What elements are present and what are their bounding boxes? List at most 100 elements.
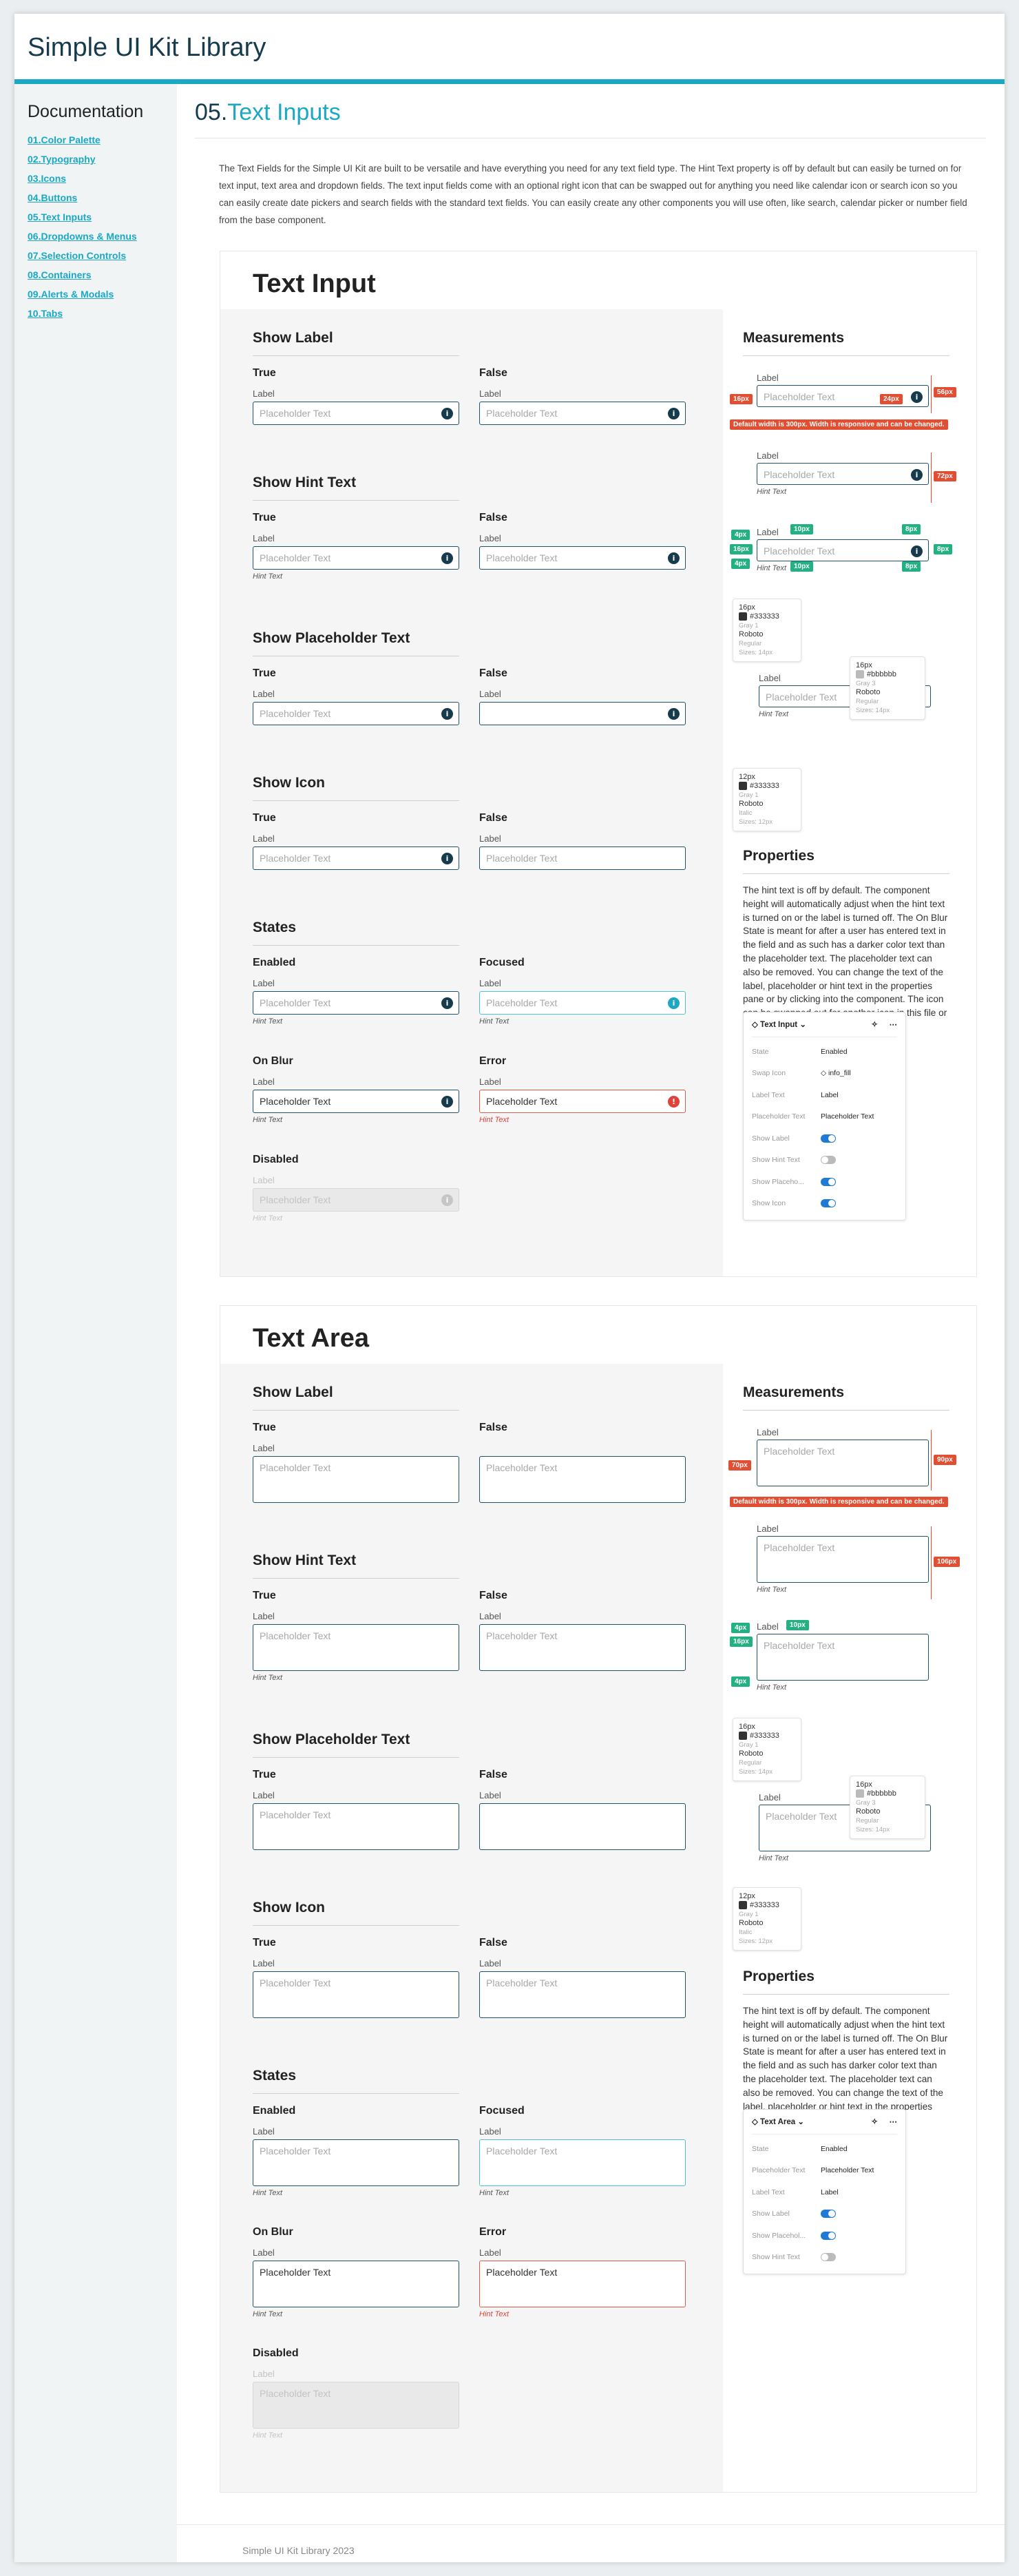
- example-column: False Placeholder Text: [479, 1422, 686, 1503]
- text-area[interactable]: Placeholder Text: [479, 1456, 686, 1503]
- properties-heading: Properties: [743, 1969, 949, 1995]
- component-icon[interactable]: ✧: [871, 1018, 878, 1032]
- properties-heading: Properties: [743, 848, 949, 874]
- more-icon[interactable]: ⋯: [890, 1018, 898, 1032]
- nav-link-alerts[interactable]: 09.Alerts & Modals: [28, 287, 137, 307]
- text-area[interactable]: Placeholder Text: [479, 1971, 686, 2018]
- state-focused: Focused Label Placeholder Text Hint Text: [479, 2105, 686, 2197]
- prop-label-text[interactable]: Label: [821, 1091, 839, 1099]
- text-input[interactable]: Placeholder Text i: [253, 546, 459, 570]
- nav-link-buttons[interactable]: 04.Buttons: [28, 191, 137, 210]
- group-heading: Show Placeholder Text: [253, 1732, 459, 1758]
- state-error: Error Label Placeholder Text! Hint Text: [479, 1055, 686, 1124]
- text-area[interactable]: Placeholder Text: [253, 1803, 459, 1850]
- text-area[interactable]: Placeholder Text: [253, 1971, 459, 2018]
- example-column: True Label Placeholder Text: [253, 1937, 459, 2018]
- placeholder: Placeholder Text: [486, 997, 558, 1008]
- prop-name: Show Placeho...: [752, 1177, 804, 1186]
- field-label: Label: [479, 2126, 501, 2137]
- toggle-show-label[interactable]: [821, 2210, 836, 2219]
- prop-placeholder-text[interactable]: Placeholder Text: [821, 1112, 874, 1121]
- hint-text: Hint Text: [479, 2189, 510, 2197]
- text-input[interactable]: Placeholder Text i: [253, 402, 459, 425]
- column-heading: False: [479, 1422, 507, 1433]
- measure-badge: 70px: [728, 1460, 751, 1471]
- group-heading: States: [253, 920, 459, 946]
- text-input[interactable]: Placeholder Text i: [253, 991, 459, 1015]
- component-icon[interactable]: ✧: [871, 2115, 878, 2129]
- example-column: False Label: [479, 1769, 686, 1850]
- sidebar: Documentation 01.Color Palette 02.Typogr…: [14, 84, 177, 2562]
- column-heading: True: [253, 1422, 276, 1433]
- width-note: Default width is 300px. Width is respons…: [730, 1497, 948, 1507]
- placeholder: Placeholder Text: [486, 1462, 558, 1473]
- column-heading: False: [479, 812, 507, 824]
- height-marker: [931, 1430, 932, 1490]
- tip-sizes: Sizes: 12px: [739, 1938, 773, 1945]
- text-area[interactable]: Placeholder Text: [253, 2139, 459, 2186]
- text-area[interactable]: Placeholder Text: [479, 2261, 686, 2307]
- column-heading: True: [253, 667, 276, 679]
- text-area[interactable]: Placeholder Text: [253, 1456, 459, 1503]
- placeholder: Placeholder Text: [486, 2146, 558, 2157]
- toggle-show-hint[interactable]: [821, 2253, 836, 2262]
- intro-paragraph: The Text Fields for the Simple UI Kit ar…: [219, 163, 967, 225]
- toggle-show-label[interactable]: [821, 1134, 836, 1143]
- hint-text: Hint Text: [479, 2310, 510, 2318]
- prop-state-select[interactable]: Enabled: [821, 2145, 848, 2153]
- more-icon[interactable]: ⋯: [890, 2115, 898, 2129]
- properties-panel: ◇ Text Area ⌄ ✧ ⋯ State Enabled Placeholder…: [743, 2109, 906, 2274]
- text-input[interactable]: Placeholder Text: [479, 846, 686, 870]
- info-icon: i: [441, 552, 453, 564]
- text-area[interactable]: Placeholder Text: [253, 2261, 459, 2307]
- color-swatch: [856, 670, 864, 679]
- placeholder: Placeholder Text: [260, 1462, 331, 1473]
- placeholder: Placeholder Text: [260, 1809, 331, 1820]
- state-on-blur: On Blur Label Placeholder Text Hint Text: [253, 2226, 459, 2318]
- hint-text: Hint Text: [253, 1214, 283, 1223]
- field-label: Label: [253, 689, 275, 699]
- text-input[interactable]: Placeholder Text i: [253, 702, 459, 725]
- field-label: Label: [479, 533, 501, 543]
- text-input[interactable]: Placeholder Text!: [479, 1090, 686, 1113]
- text-input[interactable]: Placeholder Text i: [479, 991, 686, 1015]
- hint-text: Hint Text: [757, 1586, 787, 1594]
- text-area[interactable]: Placeholder Text: [479, 1624, 686, 1671]
- toggle-show-placeholder[interactable]: [821, 1177, 836, 1186]
- nav-link-dropdowns[interactable]: 06.Dropdowns & Menus: [28, 229, 137, 249]
- nav-link-color-palette[interactable]: 01.Color Palette: [28, 133, 137, 152]
- column-heading: False: [479, 1937, 507, 1949]
- field-label: Label: [757, 1427, 779, 1437]
- toggle-show-icon[interactable]: [821, 1199, 836, 1208]
- nav-link-icons[interactable]: 03.Icons: [28, 172, 137, 191]
- text-input[interactable]: Placeholder Text i: [253, 1090, 459, 1113]
- nav-link-tabs[interactable]: 10.Tabs: [28, 307, 137, 326]
- prop-swap-icon-select[interactable]: ◇ info_fill: [821, 1069, 851, 1077]
- nav-link-typography[interactable]: 02.Typography: [28, 152, 137, 172]
- field-label: Label: [253, 1443, 275, 1453]
- nav-link-containers[interactable]: 08.Containers: [28, 268, 137, 287]
- text-input-sample: Placeholder Text i: [757, 463, 929, 485]
- text-input[interactable]: Placeholder Text i: [479, 402, 686, 425]
- prop-state-select[interactable]: Enabled: [821, 1048, 848, 1056]
- toggle-show-placeholder[interactable]: [821, 2231, 836, 2240]
- toggle-show-hint[interactable]: [821, 1156, 836, 1165]
- text-area[interactable]: Placeholder Text: [479, 2139, 686, 2186]
- height-marker: [931, 375, 932, 413]
- text-area[interactable]: [479, 1803, 686, 1850]
- text-input[interactable]: Placeholder Text i: [479, 546, 686, 570]
- placeholder: Placeholder Text: [486, 408, 558, 419]
- prop-name: Label Text: [752, 2188, 785, 2196]
- prop-label-text[interactable]: Label: [821, 2188, 839, 2196]
- nav-link-selection-controls[interactable]: 07.Selection Controls: [28, 249, 137, 268]
- input-value: Placeholder Text: [486, 2267, 558, 2278]
- text-input[interactable]: Placeholder Text i: [253, 846, 459, 870]
- prop-placeholder-text[interactable]: Placeholder Text: [821, 2166, 874, 2174]
- tip-size: 16px: [856, 1780, 872, 1789]
- field-label: Label: [253, 978, 275, 988]
- nav-link-text-inputs[interactable]: 05.Text Inputs: [28, 210, 137, 229]
- text-input[interactable]: i: [479, 702, 686, 725]
- field-label: Label: [479, 1611, 501, 1621]
- text-area[interactable]: Placeholder Text: [253, 1624, 459, 1671]
- group-heading: Show Icon: [253, 1900, 459, 1926]
